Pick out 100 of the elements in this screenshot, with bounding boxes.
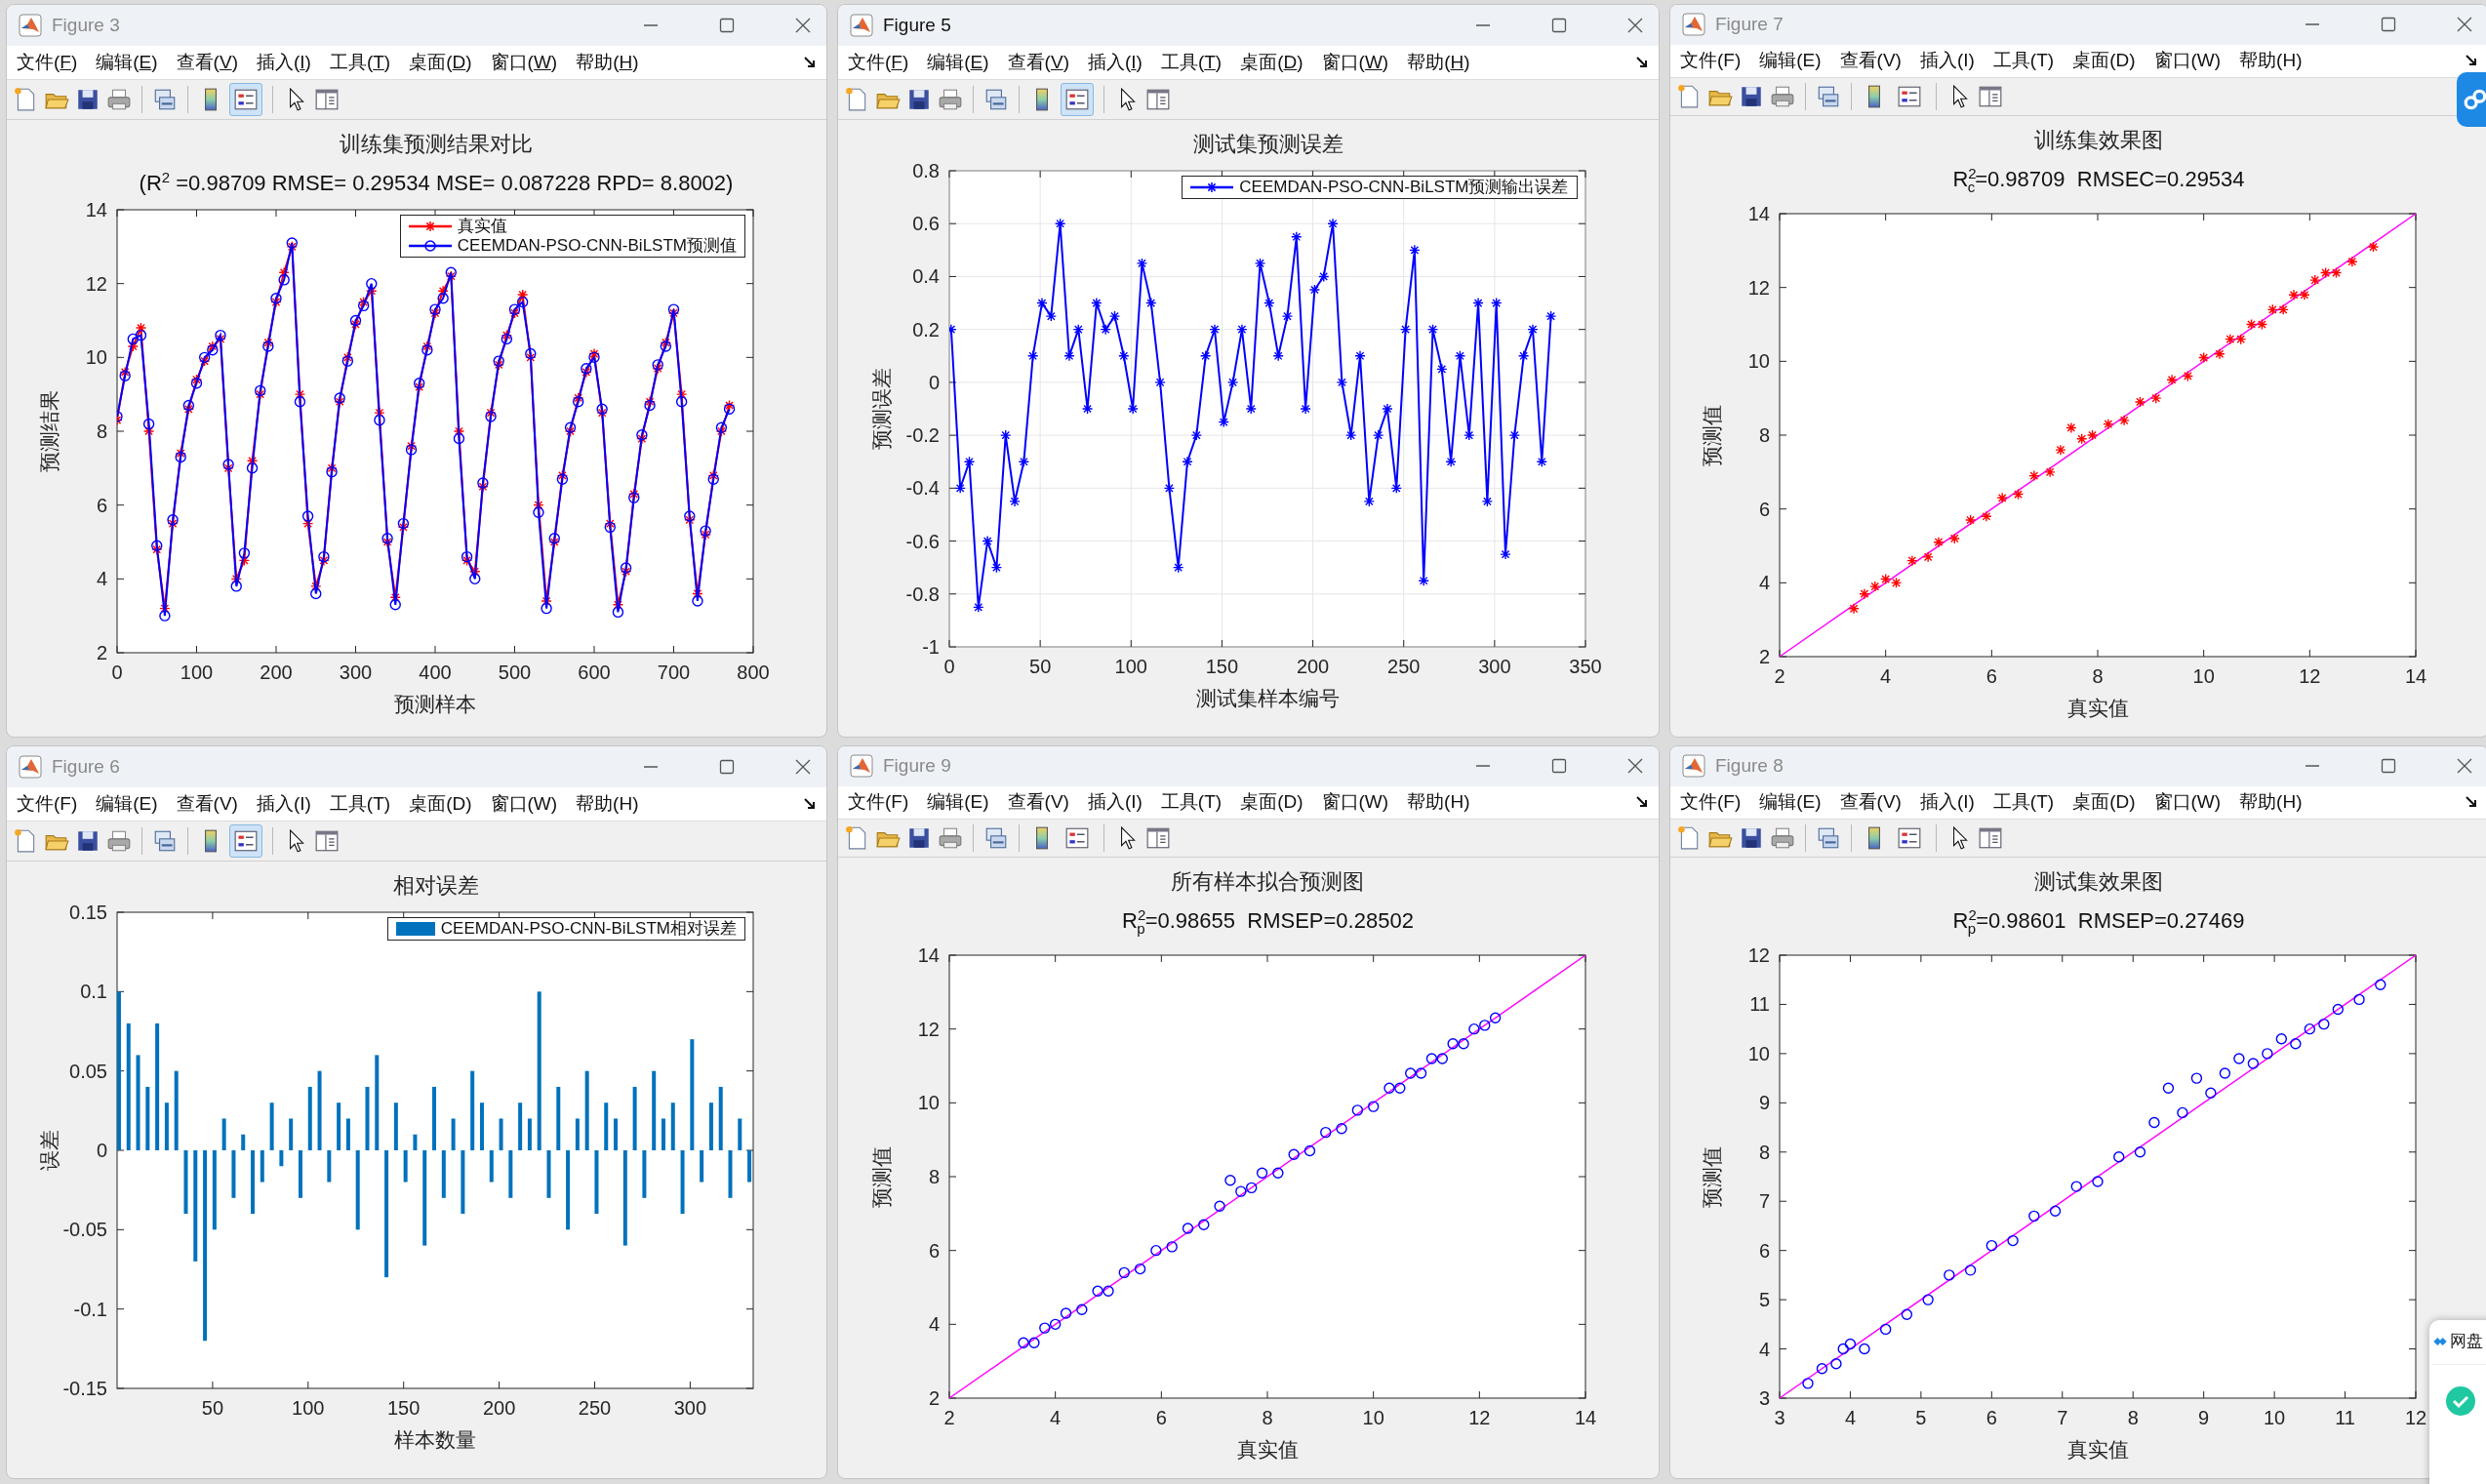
menu-item[interactable]: 编辑(E): [96, 791, 158, 817]
menu-item[interactable]: 工具(T): [329, 50, 391, 75]
tick-label: 5: [1915, 1407, 1927, 1428]
tick-label: 2: [942, 1407, 955, 1428]
tick-label: 14: [1747, 204, 1770, 224]
menu-item[interactable]: 窗口(W): [490, 791, 558, 817]
menu-item[interactable]: 查看(V): [1839, 48, 1902, 74]
tick-label: 400: [419, 662, 452, 684]
tick-label: 200: [1296, 656, 1329, 677]
tick-label: 0: [928, 371, 940, 393]
tick-label: 6: [96, 495, 107, 516]
menu-item[interactable]: 工具(T): [1992, 48, 2055, 74]
x-axis-label: 真实值: [2066, 1438, 2129, 1461]
menu-item[interactable]: 工具(T): [1992, 789, 2055, 816]
chart-title: 训练集效果图: [2034, 127, 2163, 155]
tick-label: 9: [2198, 1407, 2210, 1428]
tick-label: 0: [96, 1140, 107, 1161]
menu-item[interactable]: 桌面(D): [1240, 789, 1303, 816]
tick-label: -0.1: [73, 1298, 107, 1320]
menu-item[interactable]: 查看(V): [1007, 50, 1069, 75]
menu-item[interactable]: 桌面(D): [2072, 789, 2136, 816]
menu-item[interactable]: 文件(F): [1680, 789, 1742, 816]
menu-item[interactable]: 插入(I): [1087, 789, 1143, 816]
menu-item[interactable]: 桌面(D): [409, 50, 472, 75]
menu-item[interactable]: 插入(I): [1919, 48, 1975, 74]
tick-label: 2: [1758, 646, 1770, 667]
menu-item[interactable]: 桌面(D): [2072, 48, 2136, 74]
menu-item[interactable]: 查看(V): [176, 791, 238, 817]
menu-item[interactable]: 帮助(H): [576, 791, 639, 817]
menu-item[interactable]: 工具(T): [1160, 789, 1223, 816]
menu-item[interactable]: 编辑(E): [96, 50, 158, 75]
menu-item[interactable]: 编辑(E): [927, 789, 989, 816]
chart-subtitle: (R$^{2}$ =0.98709 RMSE= 0.29534 MSE= 0.087228 RPD= 8.8002): [139, 168, 734, 198]
tick-label: 4: [1758, 1338, 1770, 1360]
tick-label: 4: [1758, 572, 1770, 594]
menu-item[interactable]: 窗口(W): [1321, 789, 1389, 816]
menu-item[interactable]: 帮助(H): [1407, 50, 1470, 75]
legend-label: CEEMDAN-PSO-CNN-BiLSTM相对误差: [440, 919, 737, 939]
menu-item[interactable]: 编辑(E): [927, 50, 989, 75]
tick-label: 8: [1758, 1141, 1770, 1163]
tick-label: 600: [578, 662, 611, 684]
menu-item[interactable]: 桌面(D): [1240, 50, 1303, 75]
menu-item[interactable]: 编辑(E): [1759, 789, 1822, 816]
menu-item[interactable]: 文件(F): [1680, 48, 1742, 74]
tick-label: 8: [2127, 1407, 2139, 1428]
menu-item[interactable]: 插入(I): [256, 50, 311, 75]
y-axis-label: 误差: [38, 1130, 60, 1171]
tick-label: 6: [1985, 665, 1997, 687]
tick-label: 300: [673, 1397, 707, 1419]
tick-label: 0.2: [911, 318, 940, 341]
menu-item[interactable]: 窗口(W): [490, 50, 558, 75]
menu-item[interactable]: 插入(I): [1087, 50, 1143, 75]
tick-label: 10: [917, 1092, 940, 1114]
tick-label: 10: [1362, 1407, 1384, 1428]
menu-item[interactable]: 编辑(E): [1759, 48, 1822, 74]
tick-label: 6: [1985, 1407, 1997, 1428]
notification-title: 网盘: [2450, 1331, 2483, 1352]
menu-item[interactable]: 帮助(H): [576, 50, 639, 75]
chart-subtitle: R$^{2}$$_{p}$=0.98601 RMSEP=0.27469: [1952, 905, 2245, 939]
menu-item[interactable]: 窗口(W): [2153, 48, 2222, 74]
menu-item[interactable]: 查看(V): [1007, 789, 1069, 816]
tick-label: 12: [2404, 1407, 2427, 1428]
tick-label: 0.8: [911, 161, 940, 181]
tick-label: 11: [1749, 993, 1770, 1016]
menu-item[interactable]: 工具(T): [1160, 50, 1223, 75]
menu-item[interactable]: 文件(F): [848, 789, 909, 816]
x-axis-label: 测试集样本编号: [1195, 687, 1339, 709]
menu-item[interactable]: 帮助(H): [2239, 789, 2303, 816]
tick-label: 6: [1758, 498, 1770, 520]
menu-item[interactable]: 帮助(H): [2239, 48, 2303, 74]
menu-item[interactable]: 文件(F): [17, 50, 78, 75]
y-axis-label: 预测结果: [38, 390, 60, 473]
menu-item[interactable]: 文件(F): [17, 791, 78, 817]
menu-item[interactable]: 插入(I): [1919, 789, 1975, 816]
tick-label: -0.2: [905, 424, 940, 447]
tick-label: 300: [1477, 656, 1511, 677]
menu-item[interactable]: 工具(T): [329, 791, 391, 817]
menu-item[interactable]: 查看(V): [1839, 789, 1902, 816]
tick-label: 4: [1880, 665, 1892, 687]
menu-item[interactable]: 窗口(W): [1321, 50, 1389, 75]
chart-subtitle: R$^{2}$$_{c}$=0.98709 RMSEC=0.29534: [1952, 164, 2245, 197]
tick-label: 14: [2404, 665, 2427, 687]
tick-label: -0.8: [905, 582, 940, 605]
tick-label: -1: [921, 636, 940, 658]
menu-item[interactable]: 查看(V): [176, 50, 238, 75]
menu-item[interactable]: 帮助(H): [1407, 789, 1470, 816]
tick-label: 9: [1758, 1092, 1770, 1114]
tick-label: 5: [1758, 1289, 1770, 1311]
menu-item[interactable]: 窗口(W): [2153, 789, 2222, 816]
tick-label: 150: [1205, 656, 1238, 677]
menu-item[interactable]: 文件(F): [848, 50, 909, 75]
menu-item[interactable]: 桌面(D): [409, 791, 472, 817]
chart-subtitle: R$^{2}$$_{p}$=0.98655 RMSEP=0.28502: [1122, 905, 1414, 939]
y-axis-label: 预测值: [1701, 404, 1723, 466]
tick-label: 3: [1758, 1387, 1770, 1409]
tick-label: 14: [1574, 1407, 1596, 1428]
menu-item[interactable]: 插入(I): [256, 791, 311, 817]
window-title: Figure 5: [883, 15, 951, 36]
tick-label: 10: [1747, 350, 1770, 373]
tick-label: -0.6: [905, 530, 940, 552]
